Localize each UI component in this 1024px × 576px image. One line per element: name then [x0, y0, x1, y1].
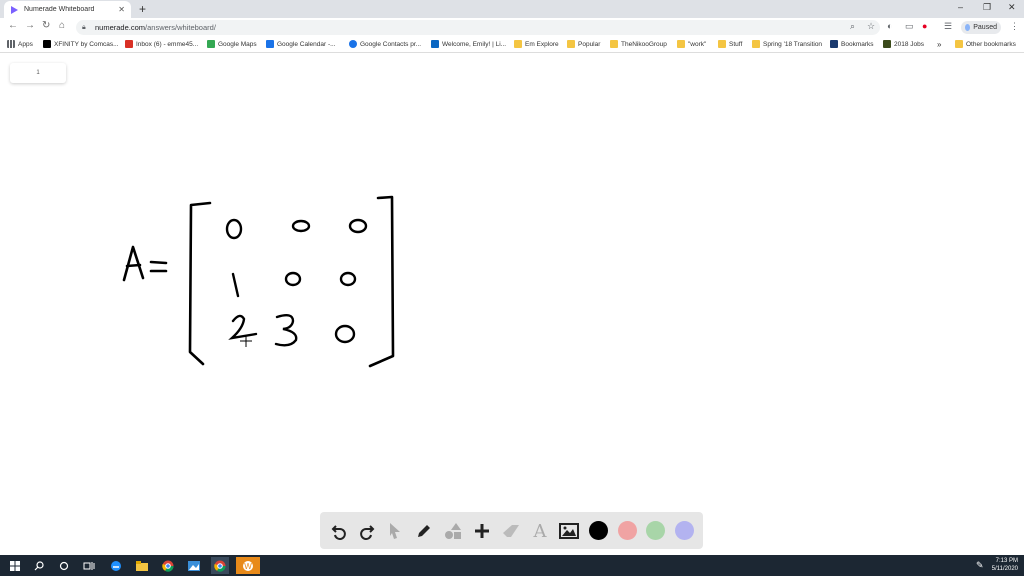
chrome-icon[interactable] — [211, 557, 229, 574]
contacts-icon — [349, 40, 357, 48]
paused-label: Paused — [973, 24, 997, 31]
extension-icon[interactable]: ◐ — [887, 21, 892, 31]
color-black-swatch[interactable] — [589, 521, 608, 540]
shapes-icon[interactable] — [441, 519, 465, 543]
tab-close-icon[interactable]: ✕ — [118, 5, 125, 14]
task-view-icon[interactable] — [80, 557, 98, 574]
browser-tab[interactable]: Numerade Whiteboard ✕ — [4, 1, 131, 18]
pointer-icon[interactable] — [383, 519, 407, 543]
redo-icon[interactable] — [355, 519, 379, 543]
tab-title: Numerade Whiteboard — [24, 6, 95, 13]
bookmark-linkedin[interactable]: Welcome, Emily! | Li... — [431, 40, 506, 48]
folder-icon — [752, 40, 760, 48]
url-path: /answers/whiteboard/ — [145, 23, 216, 32]
forward-icon[interactable]: → — [25, 20, 35, 31]
apps-grid-icon — [7, 40, 15, 48]
gmail-icon — [125, 40, 133, 48]
image-icon[interactable] — [557, 519, 581, 543]
minimize-icon[interactable]: – — [958, 2, 963, 12]
bookmark-star-icon[interactable]: ☆ — [867, 21, 875, 32]
jobs-icon — [883, 40, 891, 48]
folder-icon — [567, 40, 575, 48]
clock-date: 5/11/2020 — [991, 566, 1018, 572]
right-bracket-stroke — [368, 195, 395, 368]
address-bar[interactable]: 🔒︎ numerade.com/answers/whiteboard/ — [76, 20, 880, 35]
bookmark-other[interactable]: Other bookmarks — [955, 40, 1016, 48]
linkedin-icon — [431, 40, 439, 48]
calendar-icon — [266, 40, 274, 48]
home-icon[interactable]: ⌂ — [59, 20, 65, 31]
numerade-favicon-icon — [11, 5, 18, 14]
search-icon[interactable] — [30, 557, 48, 574]
star-icon — [830, 40, 838, 48]
folder-icon — [718, 40, 726, 48]
bookmarks-overflow-button[interactable]: » — [937, 40, 941, 49]
folder-icon — [955, 40, 963, 48]
cortana-icon[interactable] — [55, 557, 73, 574]
equals-stroke — [149, 260, 168, 273]
clock-time: 7:13 PM — [995, 558, 1018, 564]
folder-icon — [677, 40, 685, 48]
bookmark-bookmarks[interactable]: Bookmarks — [830, 40, 874, 48]
edge-icon[interactable] — [107, 557, 125, 574]
color-pink-swatch[interactable] — [618, 521, 637, 540]
bookmark-inbox[interactable]: Inbox (6) - emme45... — [125, 40, 198, 48]
undo-icon[interactable] — [327, 519, 351, 543]
reload-icon[interactable]: ↻ — [42, 20, 50, 31]
bookmark-google-calendar[interactable]: Google Calendar -... — [266, 40, 336, 48]
text-tool-icon[interactable]: A — [528, 519, 552, 543]
windows-start-icon[interactable] — [6, 557, 24, 574]
photos-icon[interactable] — [185, 557, 203, 574]
add-icon[interactable] — [470, 519, 494, 543]
avatar — [965, 24, 971, 31]
url-host: numerade.com — [95, 23, 146, 32]
left-bracket-stroke — [188, 201, 212, 366]
color-green-swatch[interactable] — [646, 521, 665, 540]
handwritten-matrix — [122, 195, 395, 368]
lock-icon: 🔒︎ — [82, 24, 86, 31]
close-window-icon[interactable]: ✕ — [1008, 2, 1016, 13]
bookmark-google-maps[interactable]: Google Maps — [207, 40, 257, 48]
bookmark-em-explore[interactable]: Em Explore — [514, 40, 559, 48]
svg-text:W: W — [244, 562, 252, 571]
webex-icon[interactable]: W — [236, 557, 260, 574]
file-explorer-icon[interactable] — [133, 557, 151, 574]
pen-tray-icon[interactable]: ✎ — [976, 560, 984, 571]
folder-icon — [514, 40, 522, 48]
bookmark-stuff[interactable]: Stuff — [718, 40, 742, 48]
pen-icon[interactable] — [412, 519, 436, 543]
color-purple-swatch[interactable] — [675, 521, 694, 540]
xfinity-icon — [43, 40, 51, 48]
bookmark-thenikoogroup[interactable]: TheNikooGroup — [610, 40, 667, 48]
bookmark-popular[interactable]: Popular — [567, 40, 600, 48]
profile-paused-button[interactable]: Paused — [961, 21, 1001, 34]
bookmark-apps[interactable]: Apps — [7, 40, 33, 48]
bookmark-google-contacts[interactable]: Google Contacts pr... — [349, 40, 421, 48]
folder-icon — [610, 40, 618, 48]
bookmark-2018-jobs[interactable]: 2018 Jobs — [883, 40, 924, 48]
tab-strip — [0, 0, 1024, 18]
restore-icon[interactable]: ❐ — [983, 2, 991, 13]
bookmark-work[interactable]: "work" — [677, 40, 706, 48]
bookmark-xfinity[interactable]: XFINITY by Comcas... — [43, 40, 119, 48]
new-tab-icon[interactable]: + — [139, 2, 146, 16]
system-clock[interactable]: 7:13 PM 5/11/2020 — [992, 557, 1018, 573]
chrome-icon[interactable] — [159, 557, 177, 574]
maps-icon — [207, 40, 215, 48]
back-icon[interactable]: ← — [8, 20, 18, 31]
search-icon[interactable]: ⌕ — [850, 21, 855, 32]
reading-list-icon[interactable]: ☰ — [944, 21, 952, 32]
menu-icon[interactable]: ⋮ — [1010, 21, 1019, 32]
letter-a-stroke — [122, 245, 145, 282]
bookmark-spring-transition[interactable]: Spring '18 Transition — [752, 40, 822, 48]
eraser-icon[interactable] — [499, 519, 523, 543]
pinterest-icon[interactable]: ● — [922, 21, 927, 31]
extension-icon[interactable]: ▭ — [905, 21, 914, 32]
windows-taskbar — [0, 555, 1024, 576]
